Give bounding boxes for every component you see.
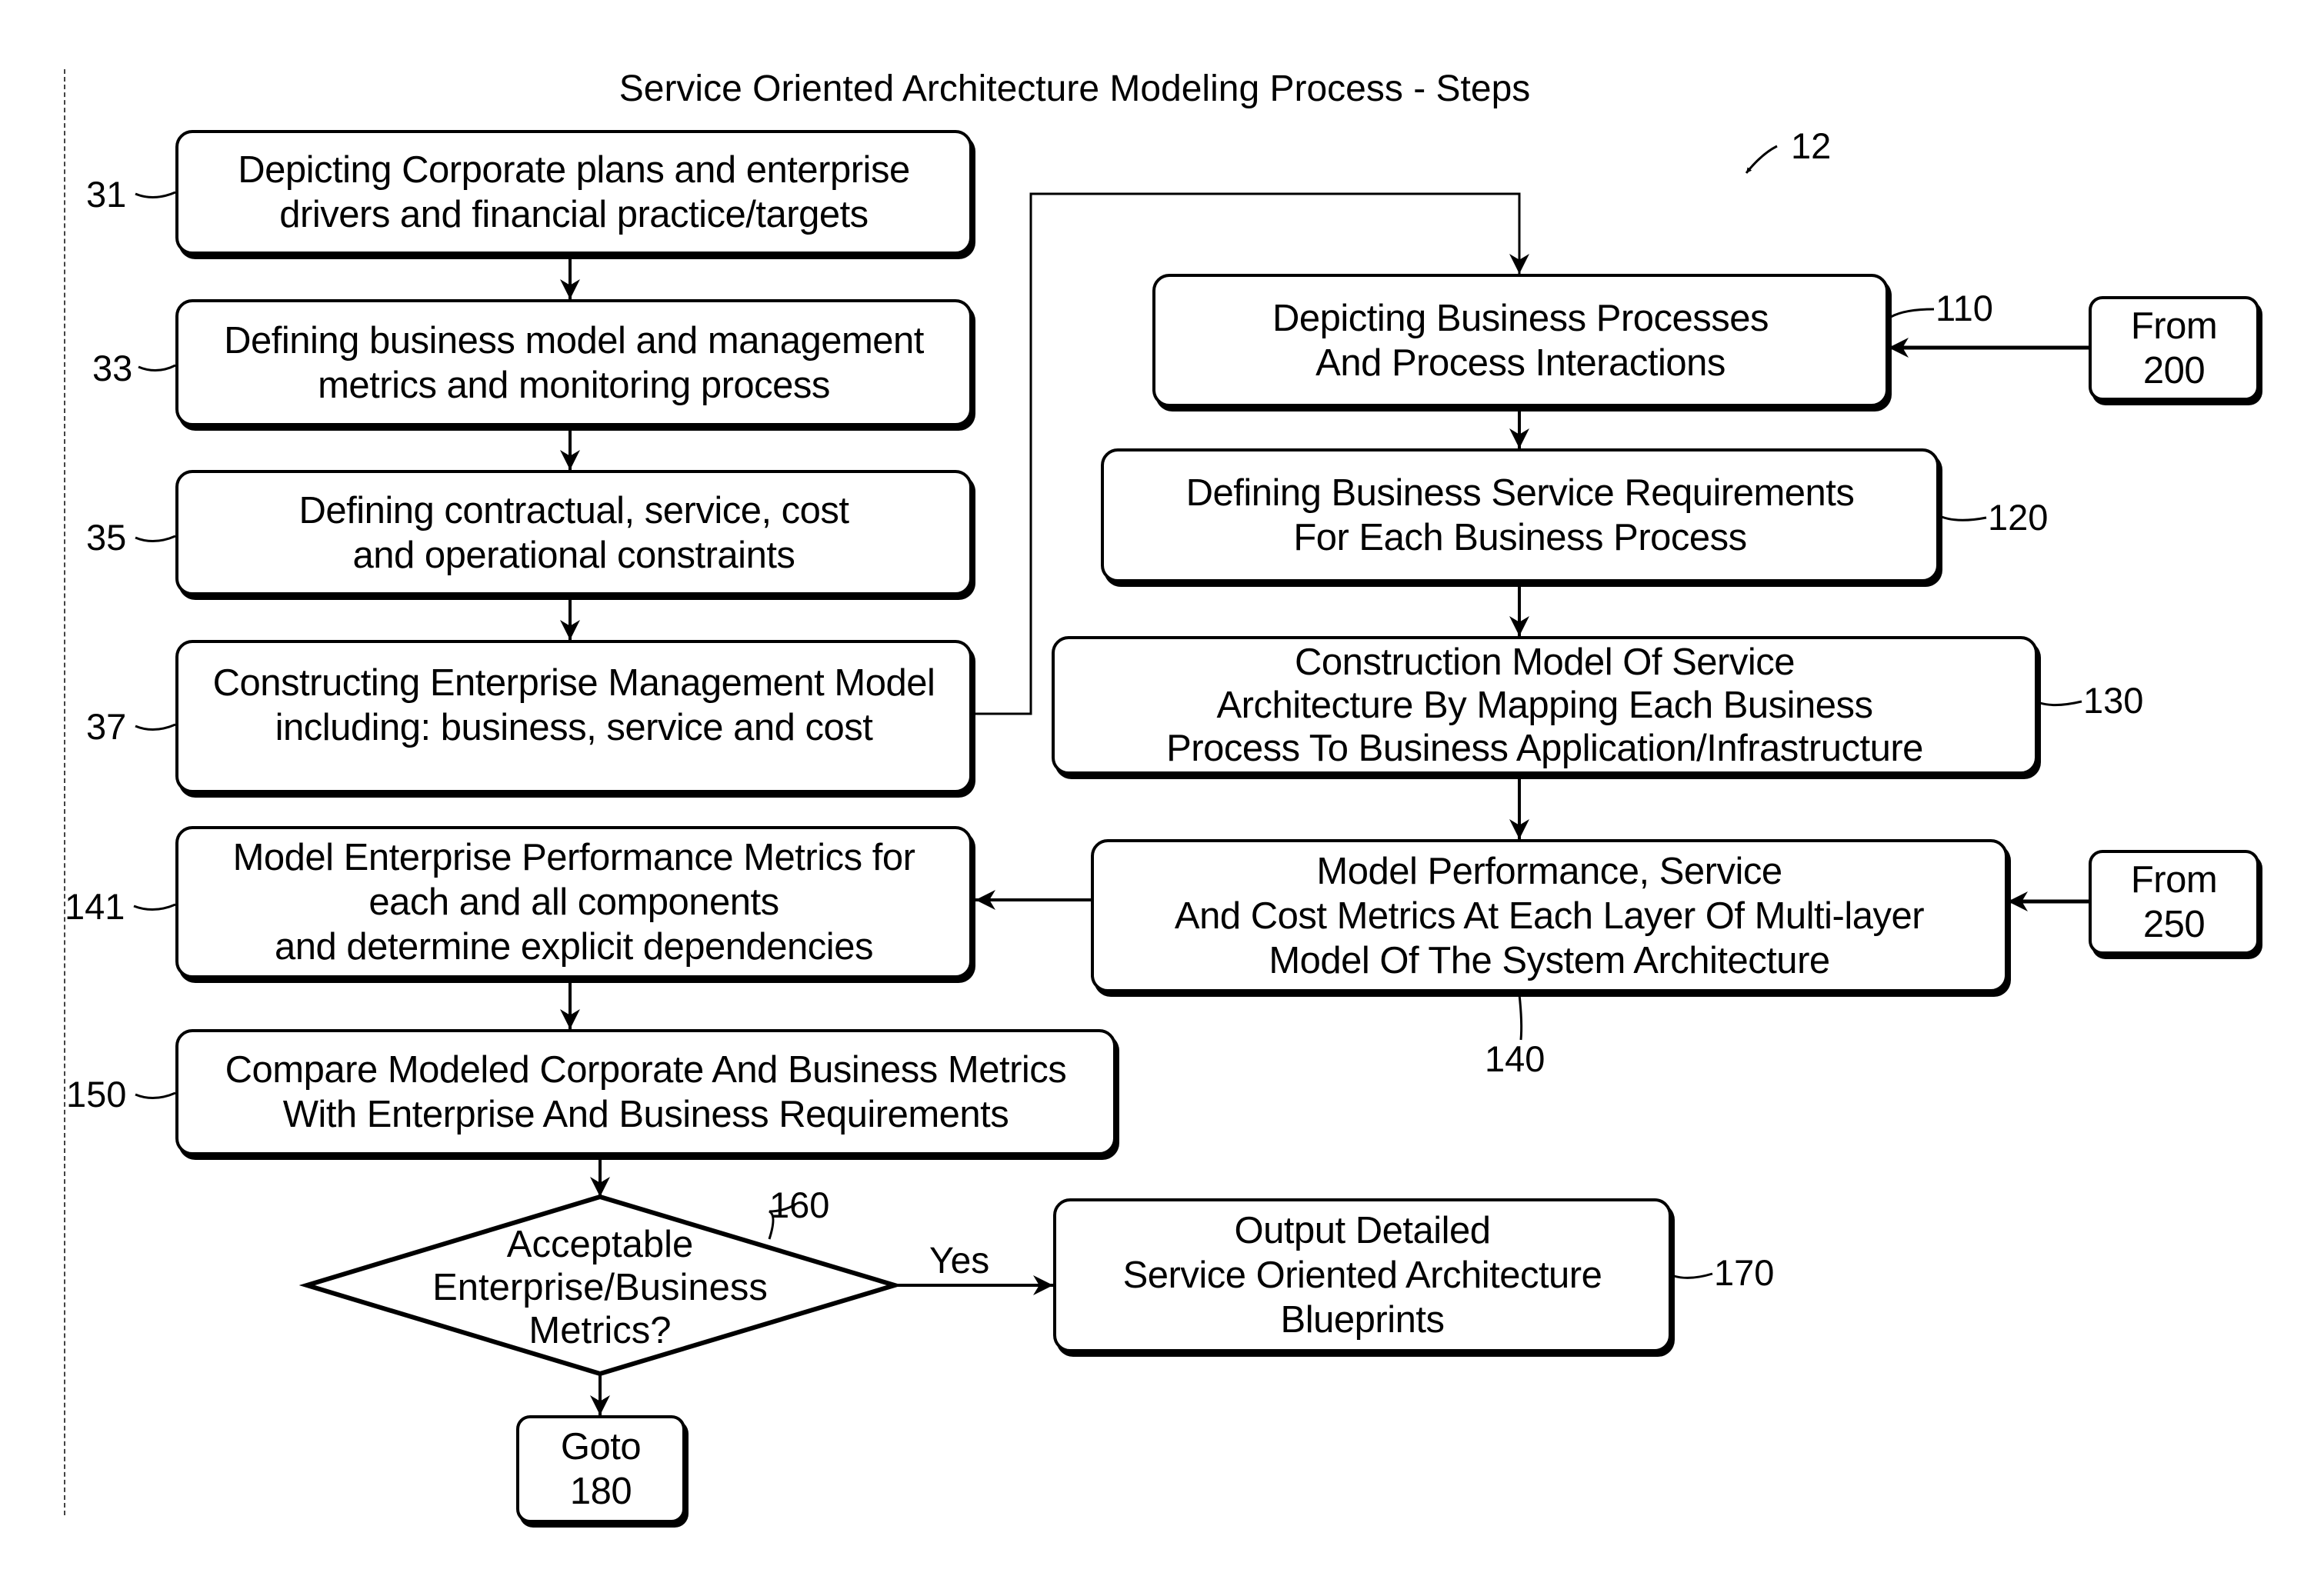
step-31-line-2: drivers and financial practice/targets: [279, 194, 869, 235]
step-120-ref: 120: [1988, 497, 2049, 538]
step-31-ref: 31: [86, 174, 127, 215]
step-141-line-3: and determine explicit dependencies: [275, 926, 873, 968]
step-150-line-2: With Enterprise And Business Requirement…: [282, 1094, 1009, 1135]
step-110-box: Depicting Business Processes And Process…: [1152, 274, 1889, 407]
step-150-line-1: Compare Modeled Corporate And Business M…: [225, 1049, 1067, 1091]
leader-33: [138, 364, 176, 372]
leader-140: [1518, 994, 1523, 1041]
step-110-line-1: Depicting Business Processes: [1272, 297, 1769, 339]
leader-120: [1941, 515, 1987, 521]
from-200-line-2: 200: [2142, 350, 2206, 392]
from-200-box: From 200: [2089, 296, 2259, 401]
from-200-line-1: From: [2130, 305, 2218, 347]
step-33-box: Defining business model and management m…: [175, 299, 972, 426]
step-35-box: Defining contractual, service, cost and …: [175, 470, 972, 595]
leader-170: [1673, 1272, 1713, 1279]
leader-150: [135, 1091, 176, 1099]
step-120-box: Defining Business Service Requirements F…: [1101, 448, 1939, 582]
step-37-line-2: including: business, service and cost: [275, 706, 873, 748]
from-250-box: From 250: [2089, 850, 2259, 955]
step-141-line-2: each and all components: [368, 881, 779, 923]
step-140-line-3: Model Of The System Architecture: [1269, 939, 1830, 981]
decision-160-text: Acceptable Enterprise/Business Metrics?: [369, 1223, 831, 1352]
step-140-line-1: Model Performance, Service: [1316, 850, 1782, 892]
decision-160-line-3: Metrics?: [528, 1310, 672, 1351]
yes-label: Yes: [929, 1241, 990, 1281]
step-110-ref: 110: [1936, 288, 1993, 328]
step-141-ref: 141: [65, 886, 125, 927]
step-170-line-3: Blueprints: [1280, 1299, 1445, 1341]
goto-180-line-1: Goto: [560, 1426, 642, 1468]
leader-130: [2039, 700, 2082, 707]
step-110-line-2: And Process Interactions: [1315, 342, 1725, 384]
step-170-line-1: Output Detailed: [1234, 1210, 1492, 1251]
diagram-title: Service Oriented Architecture Modeling P…: [619, 68, 1531, 109]
step-37-line-1: Constructing Enterprise Management Model: [212, 661, 935, 704]
decision-160-ref: 160: [769, 1184, 830, 1225]
step-141-box: Model Enterprise Performance Metrics for…: [175, 826, 972, 978]
leader-110: [1890, 308, 1935, 318]
goto-180-box: Goto 180: [516, 1415, 685, 1523]
step-37-ref: 37: [86, 706, 127, 747]
decision-160-line-2: Enterprise/Business: [432, 1267, 768, 1308]
step-170-ref: 170: [1714, 1252, 1775, 1293]
step-141-line-1: Model Enterprise Performance Metrics for: [232, 837, 915, 878]
step-140-box: Model Performance, Service And Cost Metr…: [1091, 839, 2008, 992]
from-250-line-1: From: [2130, 859, 2218, 901]
decision-160-line-1: Acceptable: [506, 1224, 694, 1265]
leader-31: [135, 191, 176, 198]
step-120-line-2: For Each Business Process: [1293, 517, 1747, 558]
leader-37: [135, 723, 176, 731]
step-140-ref: 140: [1485, 1038, 1545, 1079]
step-120-line-1: Defining Business Service Requirements: [1185, 472, 1855, 514]
step-130-line-3: Process To Business Application/Infrastr…: [1166, 728, 1923, 769]
step-150-ref: 150: [66, 1074, 127, 1115]
step-35-ref: 35: [86, 517, 127, 558]
figure-ref-arrow: [1745, 145, 1778, 174]
step-130-ref: 130: [2083, 680, 2144, 721]
step-130-box: Construction Model Of Service Architectu…: [1052, 636, 2038, 775]
step-33-ref: 33: [92, 348, 133, 388]
step-170-box: Output Detailed Service Oriented Archite…: [1053, 1198, 1672, 1352]
goto-180-line-2: 180: [569, 1471, 632, 1512]
step-150-box: Compare Modeled Corporate And Business M…: [175, 1029, 1116, 1155]
leader-35: [135, 535, 176, 542]
step-140-line-2: And Cost Metrics At Each Layer Of Multi-…: [1174, 895, 1925, 937]
from-250-line-2: 250: [2142, 904, 2206, 945]
step-130-line-1: Construction Model Of Service: [1295, 641, 1796, 683]
step-37-box: Constructing Enterprise Management Model…: [175, 640, 972, 793]
step-130-line-2: Architecture By Mapping Each Business: [1216, 685, 1873, 726]
step-35-line-1: Defining contractual, service, cost: [298, 489, 849, 531]
flowchart-canvas: Service Oriented Architecture Modeling P…: [0, 0, 2324, 1576]
step-31-line-1: Depicting Corporate plans and enterprise: [238, 149, 910, 191]
step-35-line-2: and operational constraints: [352, 534, 795, 576]
step-170-line-2: Service Oriented Architecture: [1122, 1254, 1602, 1296]
step-33-line-2: metrics and monitoring process: [318, 364, 830, 406]
figure-ref-label: 12: [1791, 125, 1832, 166]
step-33-line-1: Defining business model and management: [224, 319, 924, 362]
step-31-box: Depicting Corporate plans and enterprise…: [175, 130, 972, 255]
leader-141: [133, 903, 176, 911]
